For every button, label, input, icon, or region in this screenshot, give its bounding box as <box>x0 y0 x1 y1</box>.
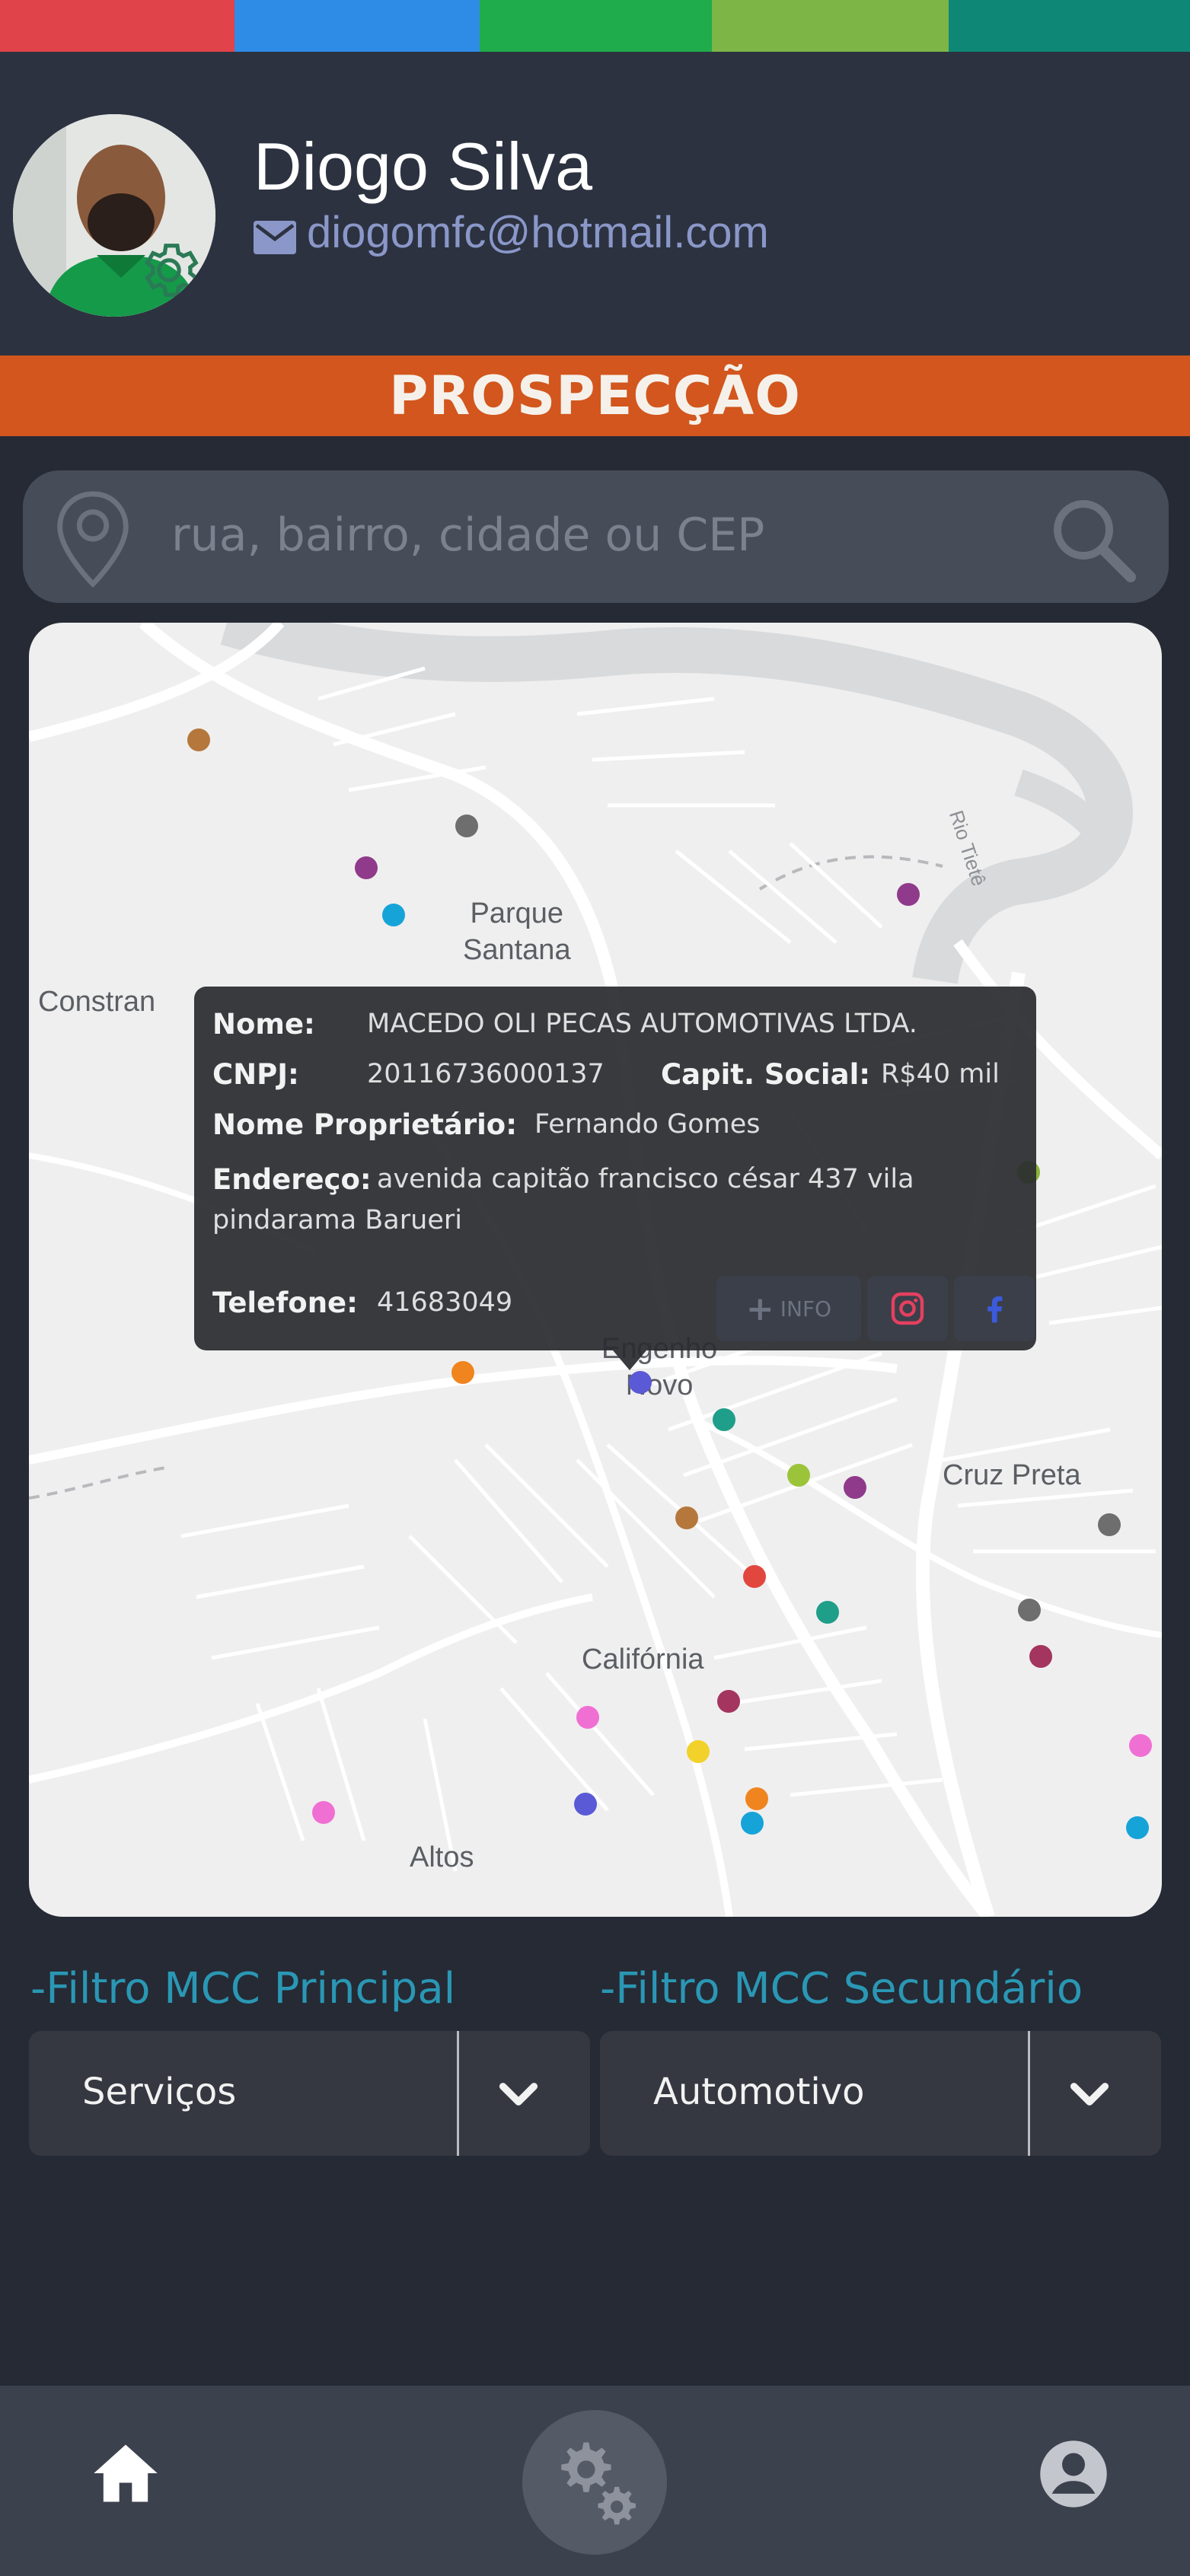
home-icon[interactable] <box>88 2435 164 2511</box>
map-marker[interactable] <box>451 1361 474 1384</box>
chevron-down-icon[interactable] <box>492 2067 545 2121</box>
popup-owner-label: Nome Proprietário: <box>212 1108 518 1141</box>
map-view[interactable]: ParqueSantana Constran EngenhoNovo Cruz … <box>29 623 1162 1917</box>
color-strip-lime <box>712 0 949 52</box>
color-strip-red <box>0 0 234 52</box>
map-label-altos: Altos <box>410 1841 474 1873</box>
popup-address-line2: pindarama Barueri <box>212 1205 462 1235</box>
map-marker[interactable] <box>574 1793 597 1816</box>
primary-filter-label: -Filtro MCC Principal <box>30 1964 456 2013</box>
user-name: Diogo Silva <box>254 129 593 204</box>
primary-filter-value: Serviços <box>82 2071 237 2113</box>
map-marker-selected[interactable] <box>629 1371 652 1394</box>
bottom-navigation <box>0 2386 1190 2576</box>
map-marker[interactable] <box>1018 1599 1041 1621</box>
map-marker[interactable] <box>687 1740 710 1763</box>
popup-address-line1: avenida capitão francisco césar 437 vila <box>377 1164 914 1194</box>
popup-phone-label: Telefone: <box>212 1286 358 1319</box>
map-marker[interactable] <box>844 1476 866 1499</box>
color-strip-teal <box>949 0 1190 52</box>
chevron-down-icon[interactable] <box>1063 2067 1116 2121</box>
facebook-button[interactable] <box>954 1276 1035 1341</box>
select-divider <box>457 2031 459 2156</box>
profile-header: Diogo Silva diogomfc@hotmail.com <box>0 52 1190 356</box>
popup-capital-value: R$40 mil <box>881 1059 1000 1089</box>
search-icon[interactable] <box>1047 493 1138 585</box>
color-strip-blue <box>234 0 480 52</box>
section-banner: PROSPECÇÃO <box>0 355 1190 436</box>
gears-icon <box>561 2442 636 2525</box>
info-button-label: INFO <box>780 1296 832 1321</box>
map-marker[interactable] <box>355 856 378 879</box>
map-marker[interactable] <box>576 1706 599 1729</box>
map-marker[interactable] <box>745 1787 768 1810</box>
map-marker[interactable] <box>897 883 920 906</box>
map-marker[interactable] <box>713 1408 735 1431</box>
search-bar <box>23 470 1169 603</box>
secondary-filter-label: -Filtro MCC Secundário <box>600 1964 1083 2013</box>
map-marker[interactable] <box>1126 1816 1149 1839</box>
popup-capital-label: Capit. Social: <box>661 1058 871 1091</box>
primary-filter-select[interactable]: Serviços <box>29 2031 590 2156</box>
map-marker[interactable] <box>1029 1645 1052 1668</box>
map-marker[interactable] <box>1098 1513 1121 1536</box>
map-marker[interactable] <box>741 1812 764 1835</box>
user-email[interactable]: diogomfc@hotmail.com <box>307 207 769 258</box>
facebook-icon <box>987 1296 1003 1323</box>
select-divider <box>1028 2031 1030 2156</box>
account-icon[interactable] <box>1035 2436 1112 2512</box>
map-pin-icon <box>57 491 129 588</box>
settings-button[interactable] <box>522 2410 667 2555</box>
search-input[interactable] <box>171 493 1009 577</box>
avatar[interactable] <box>13 114 215 317</box>
popup-name-value: MACEDO OLI PECAS AUTOMOTIVAS LTDA. <box>367 1009 917 1039</box>
popup-owner-value: Fernando Gomes <box>534 1109 761 1140</box>
map-marker[interactable] <box>816 1601 839 1624</box>
map-marker[interactable] <box>382 904 405 926</box>
map-label-cruz-preta: Cruz Preta <box>943 1459 1081 1491</box>
map-marker[interactable] <box>743 1565 766 1588</box>
info-button[interactable]: + INFO <box>716 1276 861 1341</box>
color-strip-green <box>480 0 712 52</box>
popup-phone-value[interactable]: 41683049 <box>377 1287 512 1318</box>
instagram-button[interactable] <box>867 1276 948 1341</box>
plus-icon: + <box>745 1289 774 1328</box>
map-label-parque-santana: Parque Santana <box>463 897 571 966</box>
gear-icon[interactable] <box>135 236 203 304</box>
popup-name-label: Nome: <box>212 1008 315 1041</box>
map-marker[interactable] <box>1129 1734 1152 1757</box>
page-title: PROSPECÇÃO <box>389 365 801 427</box>
map-marker[interactable] <box>312 1801 335 1824</box>
map-label-california: Califórnia <box>582 1643 704 1675</box>
business-info-popup: Nome: MACEDO OLI PECAS AUTOMOTIVAS LTDA.… <box>194 987 1036 1350</box>
secondary-filter-value: Automotivo <box>653 2071 865 2113</box>
instagram-icon <box>891 1292 924 1325</box>
popup-cnpj-value: 20116736000137 <box>367 1059 605 1089</box>
color-strip <box>0 0 1190 52</box>
map-marker[interactable] <box>675 1506 698 1529</box>
envelope-icon <box>254 221 296 254</box>
popup-address-label: Endereço: <box>212 1163 372 1196</box>
secondary-filter-select[interactable]: Automotivo <box>600 2031 1161 2156</box>
map-label-constran: Constran <box>38 986 156 1018</box>
map-marker[interactable] <box>787 1464 810 1487</box>
popup-pointer <box>613 1350 646 1370</box>
popup-cnpj-label: CNPJ: <box>212 1058 299 1091</box>
map-marker[interactable] <box>717 1690 740 1713</box>
map-marker[interactable] <box>187 728 210 751</box>
map-marker[interactable] <box>455 815 478 837</box>
